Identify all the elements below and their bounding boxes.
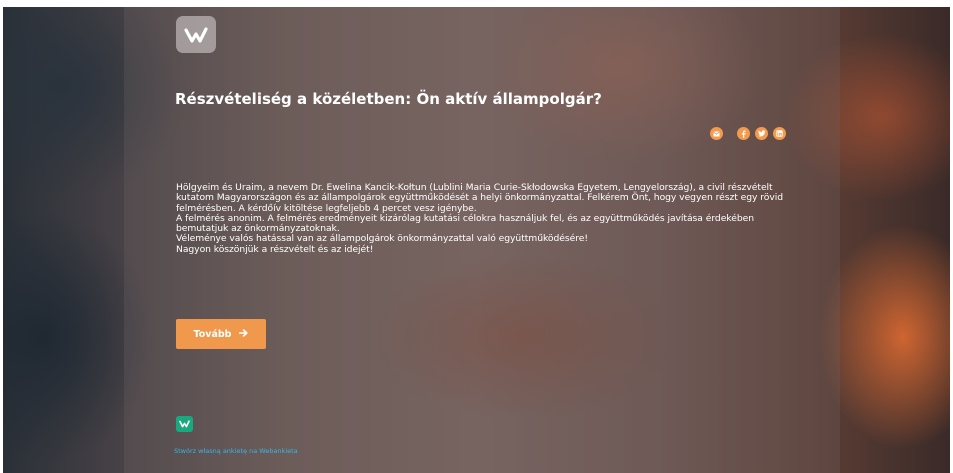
next-button[interactable]: Tovább [176, 319, 266, 349]
intro-paragraph: A felmérés anonim. A felmérés eredményei… [176, 212, 754, 235]
facebook-icon[interactable] [737, 127, 750, 140]
twitter-icon[interactable] [755, 127, 768, 140]
intro-paragraph: Hölgyeim és Uraim, a nevem Dr. Ewelina K… [176, 182, 784, 214]
webankieta-small-logo-icon[interactable] [176, 416, 193, 432]
intro-paragraph: Nagyon köszönjük a részvételt és az idej… [176, 243, 374, 255]
linkedin-icon[interactable] [773, 127, 786, 140]
survey-introduction: Hölgyeim és Uraim, a nevem Dr. Ewelina K… [176, 182, 796, 255]
survey-title: Részvételiség a közéletben: Ön aktív áll… [175, 90, 602, 108]
create-survey-link[interactable]: Stwórz własną ankietę na Webankieta [174, 447, 298, 455]
arrow-right-icon [239, 328, 249, 340]
email-icon[interactable] [710, 127, 723, 140]
webankieta-logo-icon [176, 16, 216, 53]
next-button-label: Tovább [193, 328, 232, 340]
